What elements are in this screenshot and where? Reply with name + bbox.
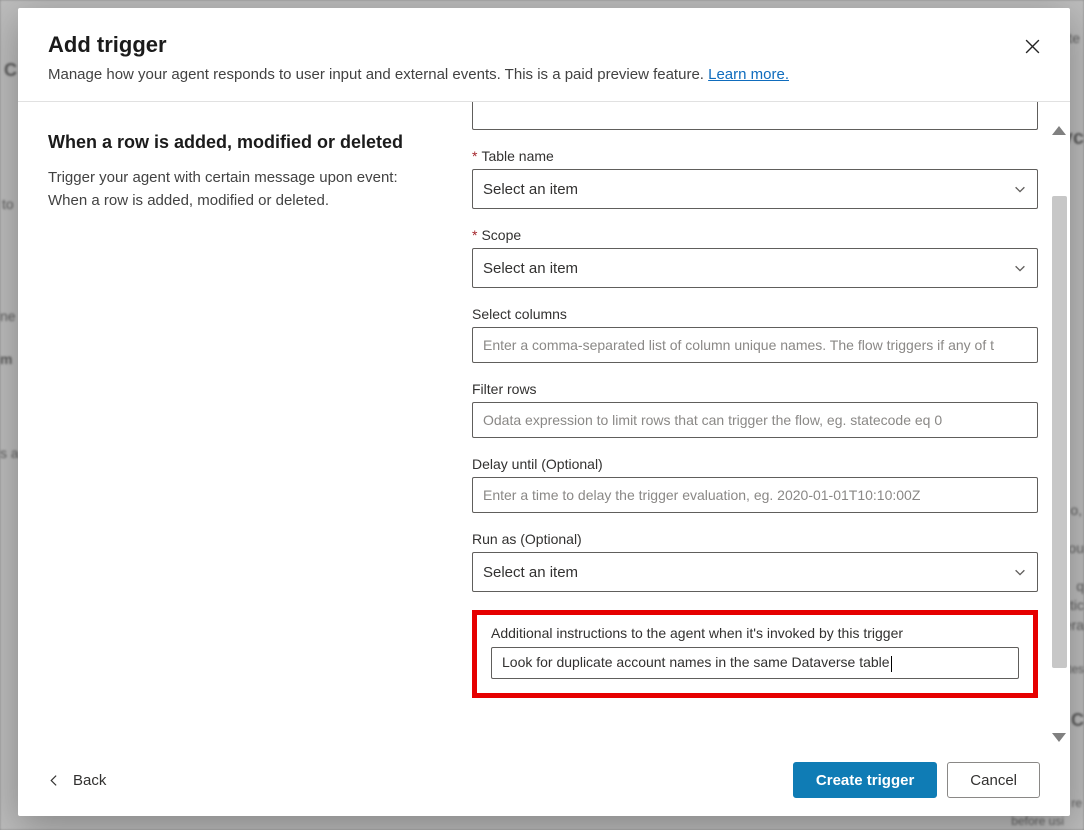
learn-more-link[interactable]: Learn more. <box>708 66 789 83</box>
bg-text: ou <box>1068 540 1084 556</box>
chevron-down-icon <box>1013 182 1027 196</box>
left-panel: When a row is added, modified or deleted… <box>18 102 448 744</box>
dialog-subtitle: Manage how your agent responds to user i… <box>48 66 1022 83</box>
right-panel: Table name Select an item Scope Select a… <box>448 102 1070 744</box>
form-area: Table name Select an item Scope Select a… <box>472 102 1040 744</box>
bg-text: before usi <box>1011 814 1064 828</box>
run-as-select[interactable]: Select an item <box>472 552 1038 592</box>
scroll-down-arrow[interactable] <box>1052 733 1066 742</box>
instructions-input[interactable]: Look for duplicate account names in the … <box>491 647 1019 679</box>
delay-until-input[interactable] <box>472 477 1038 513</box>
table-name-select[interactable]: Select an item <box>472 169 1038 209</box>
select-columns-input[interactable] <box>472 327 1038 363</box>
cancel-button[interactable]: Cancel <box>947 762 1040 798</box>
instructions-value: Look for duplicate account names in the … <box>502 654 892 671</box>
scroll-thumb[interactable] <box>1052 196 1067 668</box>
close-button[interactable] <box>1022 36 1042 56</box>
instructions-highlight: Additional instructions to the agent whe… <box>472 610 1038 698</box>
bg-text: o, <box>1070 502 1082 518</box>
chevron-down-icon <box>1013 565 1027 579</box>
scope-label: Scope <box>472 227 1038 243</box>
chevron-down-icon <box>1013 261 1027 275</box>
bg-text: q <box>1076 578 1084 594</box>
scroll-up-arrow[interactable] <box>1052 126 1066 135</box>
delay-until-label: Delay until (Optional) <box>472 456 1038 472</box>
select-columns-label: Select columns <box>472 306 1038 322</box>
scope-group: Scope Select an item <box>472 227 1038 288</box>
bg-text: to <box>2 196 14 212</box>
trigger-name-title: When a row is added, modified or deleted <box>48 132 418 153</box>
bg-text: m <box>0 351 12 367</box>
run-as-group: Run as (Optional) Select an item <box>472 531 1038 592</box>
bg-text: tic <box>1070 597 1084 613</box>
add-trigger-dialog: Add trigger Manage how your agent respon… <box>18 8 1070 816</box>
dialog-header: Add trigger Manage how your agent respon… <box>18 8 1070 102</box>
scope-value: Select an item <box>483 260 578 277</box>
table-name-group: Table name Select an item <box>472 148 1038 209</box>
bg-text: te <box>1068 30 1080 46</box>
dialog-footer: Back Create trigger Cancel <box>18 744 1070 816</box>
trigger-description: Trigger your agent with certain message … <box>48 167 418 212</box>
bg-text: C <box>4 60 17 81</box>
chevron-left-icon <box>48 774 61 787</box>
bg-text: tes <box>1068 662 1084 676</box>
back-button[interactable]: Back <box>48 772 106 789</box>
close-icon <box>1024 38 1041 55</box>
dialog-header-text: Add trigger Manage how your agent respon… <box>48 32 1022 83</box>
filter-rows-group: Filter rows <box>472 381 1038 438</box>
filter-rows-label: Filter rows <box>472 381 1038 397</box>
filter-rows-input[interactable] <box>472 402 1038 438</box>
back-label: Back <box>73 772 106 789</box>
dialog-body: When a row is added, modified or deleted… <box>18 102 1070 744</box>
create-trigger-button[interactable]: Create trigger <box>793 762 937 798</box>
delay-until-group: Delay until (Optional) <box>472 456 1038 513</box>
bg-text: s a <box>0 445 19 461</box>
bg-text: C <box>1071 710 1084 731</box>
run-as-label: Run as (Optional) <box>472 531 1038 547</box>
bg-text: re <box>1071 796 1082 810</box>
partial-field-top[interactable] <box>472 102 1038 130</box>
footer-actions: Create trigger Cancel <box>793 762 1040 798</box>
table-name-value: Select an item <box>483 181 578 198</box>
bg-text: ne <box>0 308 16 324</box>
scope-select[interactable]: Select an item <box>472 248 1038 288</box>
select-columns-group: Select columns <box>472 306 1038 363</box>
table-name-label: Table name <box>472 148 1038 164</box>
dialog-title: Add trigger <box>48 32 1022 58</box>
run-as-value: Select an item <box>483 564 578 581</box>
subtitle-text: Manage how your agent responds to user i… <box>48 66 708 83</box>
instructions-label: Additional instructions to the agent whe… <box>491 625 1019 641</box>
